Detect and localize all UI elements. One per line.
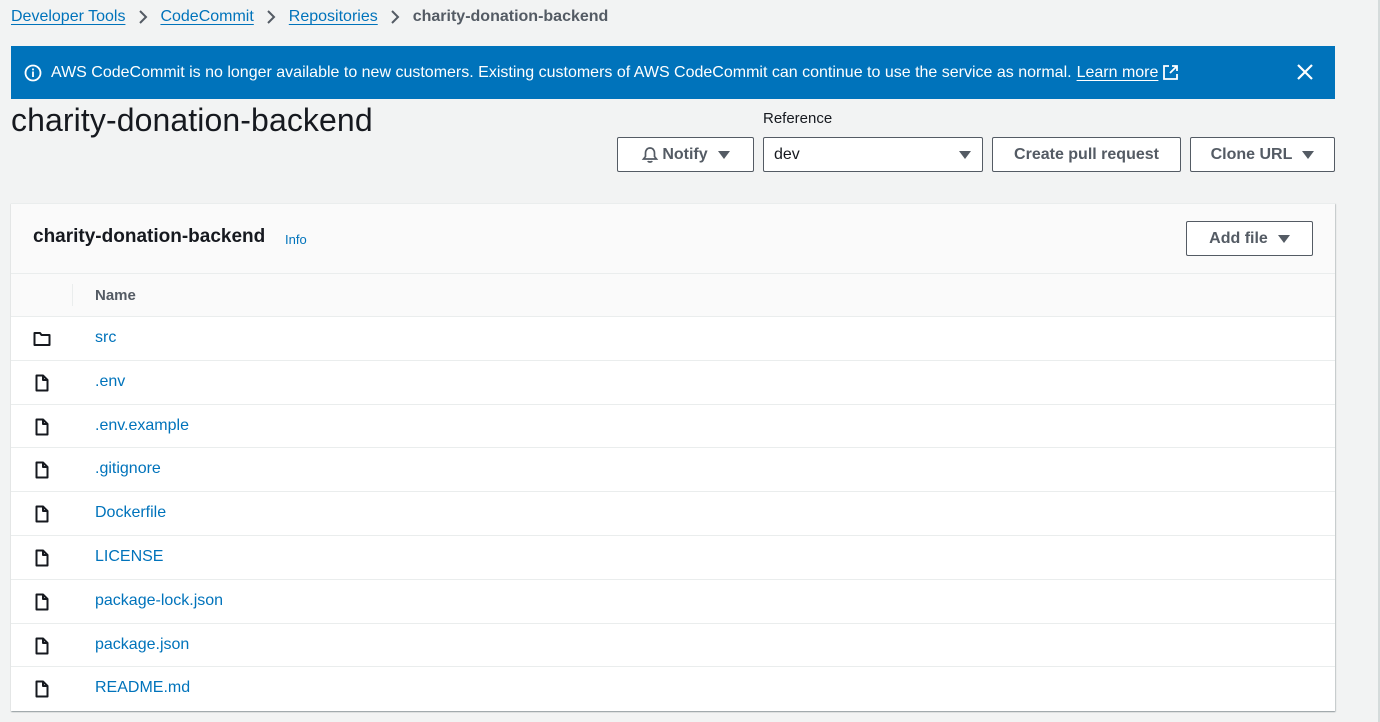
learn-more-link[interactable]: Learn more (1077, 64, 1159, 82)
info-banner: AWS CodeCommit is no longer available to… (11, 46, 1335, 99)
bell-icon (641, 146, 659, 164)
table-row: LICENSE (11, 536, 1335, 580)
clone-url-label: Clone URL (1210, 145, 1293, 163)
file-link[interactable]: LICENSE (95, 548, 163, 566)
repository-files-panel: charity-donation-backend Info Add file N… (11, 203, 1335, 711)
external-link-icon[interactable] (1162, 64, 1179, 81)
table-row: package-lock.json (11, 580, 1335, 624)
breadcrumb-developer-tools[interactable]: Developer Tools (11, 8, 125, 26)
panel-title: charity-donation-backend (33, 226, 266, 247)
file-icon (33, 374, 51, 392)
caret-down-icon (1277, 234, 1290, 244)
chevron-right-icon (254, 7, 289, 27)
file-icon (33, 637, 51, 655)
info-icon (24, 64, 42, 82)
create-pull-request-label: Create pull request (1014, 145, 1159, 163)
page-title: charity-donation-backend (11, 102, 373, 138)
file-icon (33, 461, 51, 479)
file-link[interactable]: package-lock.json (95, 592, 223, 610)
chevron-right-icon (378, 7, 413, 27)
table-row: Dockerfile (11, 492, 1335, 536)
file-icon (33, 549, 51, 567)
table-row: README.md (11, 667, 1335, 711)
add-file-button[interactable]: Add file (1186, 221, 1313, 256)
folder-icon (33, 330, 51, 348)
breadcrumb-repositories[interactable]: Repositories (289, 8, 378, 26)
info-link[interactable]: Info (285, 232, 307, 247)
caret-down-icon (717, 150, 730, 160)
table-row: src (11, 317, 1335, 361)
reference-label: Reference (763, 110, 833, 127)
clone-url-button[interactable]: Clone URL (1190, 137, 1335, 172)
file-link[interactable]: src (95, 329, 116, 347)
table-header: Name (11, 274, 1335, 317)
column-header-name[interactable]: Name (95, 287, 136, 304)
file-icon (33, 418, 51, 436)
file-link[interactable]: .env.example (95, 417, 189, 435)
breadcrumb-codecommit[interactable]: CodeCommit (160, 8, 253, 26)
column-divider (72, 284, 73, 306)
banner-message: AWS CodeCommit is no longer available to… (51, 63, 1072, 81)
table-row: .env (11, 361, 1335, 405)
notify-label: Notify (662, 145, 708, 163)
file-icon (33, 680, 51, 698)
create-pull-request-button[interactable]: Create pull request (992, 137, 1181, 172)
file-link[interactable]: README.md (95, 679, 190, 697)
file-list: src .env .env.example .gitignore Dockerf… (11, 317, 1335, 711)
table-row: package.json (11, 624, 1335, 668)
notify-button[interactable]: Notify (617, 137, 754, 172)
panel-header: charity-donation-backend Info Add file (11, 204, 1335, 274)
caret-down-icon (959, 150, 971, 160)
file-link[interactable]: Dockerfile (95, 504, 166, 522)
close-icon[interactable] (1295, 62, 1315, 82)
file-link[interactable]: .env (95, 373, 125, 391)
file-icon (33, 505, 51, 523)
add-file-label: Add file (1209, 229, 1268, 247)
table-row: .env.example (11, 405, 1335, 449)
chevron-right-icon (125, 7, 160, 27)
file-link[interactable]: package.json (95, 636, 189, 654)
file-link[interactable]: .gitignore (95, 460, 161, 478)
caret-down-icon (1302, 150, 1315, 160)
breadcrumb: Developer Tools CodeCommit Repositories … (11, 6, 608, 28)
table-row: .gitignore (11, 448, 1335, 493)
reference-value: dev (774, 145, 800, 163)
reference-select[interactable]: dev (763, 137, 983, 172)
breadcrumb-current: charity-donation-backend (412, 8, 609, 25)
file-icon (33, 593, 51, 611)
